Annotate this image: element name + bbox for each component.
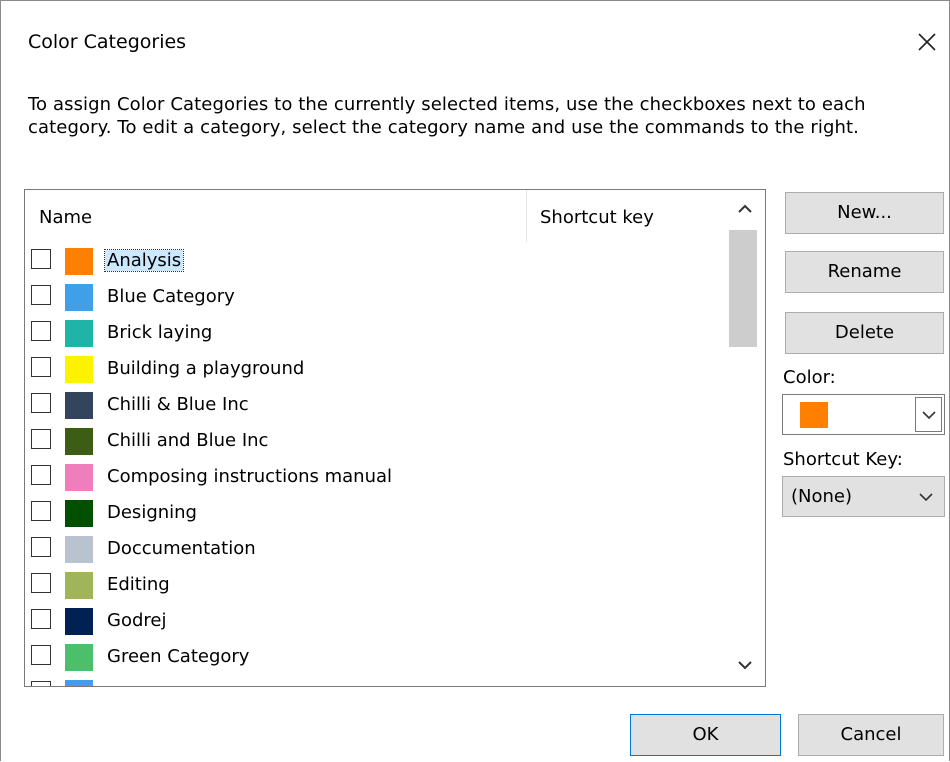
category-color-swatch xyxy=(65,320,93,347)
dialog-title: Color Categories xyxy=(28,31,187,53)
category-name[interactable]: Chilli and Blue Inc xyxy=(105,430,270,451)
category-row[interactable]: Analysis xyxy=(25,243,725,279)
list-header: Name Shortcut key xyxy=(25,190,725,242)
chevron-up-icon xyxy=(738,204,752,213)
category-name[interactable]: Doccumentation xyxy=(105,538,258,559)
category-name[interactable]: Chilli & Blue Inc xyxy=(105,394,251,415)
category-checkbox[interactable] xyxy=(31,465,51,485)
category-color-swatch xyxy=(65,248,93,275)
chevron-down-icon xyxy=(922,411,936,420)
category-checkbox[interactable] xyxy=(31,285,51,305)
category-name[interactable]: Blue Category xyxy=(105,286,237,307)
delete-button[interactable]: Delete xyxy=(785,312,944,354)
column-header-shortcut-key[interactable]: Shortcut key xyxy=(540,207,654,228)
scrollbar-thumb[interactable] xyxy=(729,230,757,347)
category-checkbox[interactable] xyxy=(31,681,51,686)
category-color-swatch xyxy=(65,536,93,563)
scroll-up-button[interactable] xyxy=(725,192,765,228)
category-row[interactable]: Chilli and Blue Inc xyxy=(25,423,725,459)
column-separator xyxy=(526,190,527,242)
color-dropdown[interactable] xyxy=(782,394,945,435)
category-name[interactable]: Building a playground xyxy=(105,358,306,379)
category-color-swatch xyxy=(65,428,93,455)
instructions-text: To assign Color Categories to the curren… xyxy=(28,94,866,138)
category-row[interactable]: Doccumentation xyxy=(25,531,725,567)
selected-color-swatch xyxy=(800,402,828,428)
color-label: Color: xyxy=(783,367,836,388)
category-checkbox[interactable] xyxy=(31,537,51,557)
chevron-down-icon xyxy=(738,661,752,670)
category-color-swatch xyxy=(65,392,93,419)
category-row[interactable]: Godrej xyxy=(25,603,725,639)
category-name[interactable]: Green Category xyxy=(105,646,251,667)
shortcut-key-label: Shortcut Key: xyxy=(783,449,903,470)
category-color-swatch xyxy=(65,608,93,635)
category-checkbox[interactable] xyxy=(31,393,51,413)
category-color-swatch xyxy=(65,500,93,527)
category-color-swatch xyxy=(65,464,93,491)
close-button[interactable] xyxy=(912,27,942,57)
category-checkbox[interactable] xyxy=(31,645,51,665)
category-row[interactable] xyxy=(25,675,725,686)
category-checkbox[interactable] xyxy=(31,249,51,269)
category-color-swatch xyxy=(65,680,93,686)
category-name[interactable]: Composing instructions manual xyxy=(105,466,394,487)
category-color-swatch xyxy=(65,644,93,671)
close-icon xyxy=(918,33,936,51)
scroll-down-button[interactable] xyxy=(725,648,765,684)
category-row[interactable]: Blue Category xyxy=(25,279,725,315)
category-checkbox[interactable] xyxy=(31,573,51,593)
category-row[interactable]: Chilli & Blue Inc xyxy=(25,387,725,423)
category-checkbox[interactable] xyxy=(31,501,51,521)
category-color-swatch xyxy=(65,284,93,311)
category-name[interactable]: Designing xyxy=(105,502,199,523)
category-name[interactable]: Brick laying xyxy=(105,322,214,343)
color-dropdown-arrow[interactable] xyxy=(915,397,942,432)
category-name[interactable]: Editing xyxy=(105,574,172,595)
category-color-swatch xyxy=(65,572,93,599)
color-categories-dialog: Color Categories To assign Color Categor… xyxy=(0,0,950,761)
category-row[interactable]: Brick laying xyxy=(25,315,725,351)
rename-button[interactable]: Rename xyxy=(785,251,944,293)
ok-button[interactable]: OK xyxy=(630,714,781,756)
category-row[interactable]: Editing xyxy=(25,567,725,603)
shortcut-key-value: (None) xyxy=(791,486,853,507)
category-row[interactable]: Building a playground xyxy=(25,351,725,387)
new-button[interactable]: New... xyxy=(785,192,944,234)
category-name[interactable]: Godrej xyxy=(105,610,168,631)
category-row[interactable]: Designing xyxy=(25,495,725,531)
category-name[interactable]: Analysis xyxy=(103,249,185,272)
chevron-down-icon xyxy=(919,493,933,502)
category-list[interactable]: Name Shortcut key Analysis Blue Category B… xyxy=(24,189,766,687)
category-row[interactable]: Green Category xyxy=(25,639,725,675)
category-checkbox[interactable] xyxy=(31,429,51,449)
category-checkbox[interactable] xyxy=(31,357,51,377)
category-color-swatch xyxy=(65,356,93,383)
category-checkbox[interactable] xyxy=(31,609,51,629)
cancel-button[interactable]: Cancel xyxy=(798,714,944,756)
category-checkbox[interactable] xyxy=(31,321,51,341)
category-row[interactable]: Composing instructions manual xyxy=(25,459,725,495)
shortcut-key-dropdown[interactable]: (None) xyxy=(782,476,945,517)
column-header-name[interactable]: Name xyxy=(39,207,92,228)
vertical-scrollbar[interactable] xyxy=(725,190,765,686)
